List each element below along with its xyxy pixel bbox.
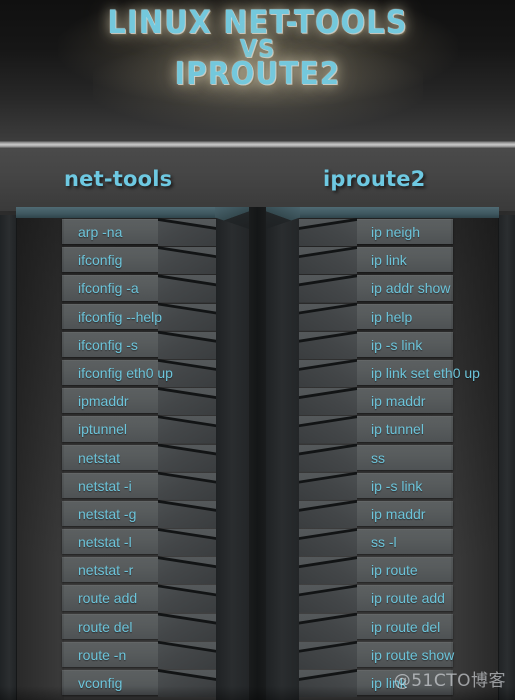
command-row: ip route show (299, 640, 499, 669)
command-row: route add (16, 584, 216, 613)
command-row: ip link (299, 246, 499, 275)
command-row: arp -na (16, 218, 216, 247)
command-label: netstat -g (78, 505, 137, 522)
command-row: ss (299, 443, 499, 472)
ribbon-outer-edge (498, 215, 515, 700)
column-header-net-tools: net-tools (64, 167, 173, 191)
column-iproute2: ip neigh ip link ip addr show ip help ip -s … (266, 207, 515, 700)
command-label: ip -s link (371, 336, 423, 353)
command-row: ip link (299, 669, 499, 698)
command-row: ip help (299, 302, 499, 331)
command-label: ip route del (371, 618, 441, 635)
command-row: netstat -g (16, 499, 216, 529)
command-row: ip addr show (299, 274, 499, 303)
command-row: ip maddr (299, 387, 499, 416)
command-label: netstat (78, 449, 121, 466)
title-line-3: IPROUTE2 (174, 56, 341, 93)
command-row: netstat -i (16, 471, 216, 500)
command-row: ipmaddr (16, 387, 216, 416)
command-row: ifconfig (16, 246, 216, 275)
command-label: ip neigh (371, 224, 421, 240)
command-list-net-tools: arp -na ifconfig ifconfig -a ifconfig --hel… (16, 218, 216, 700)
command-label: ip -s link (371, 477, 423, 494)
command-label: vconfig (78, 675, 123, 691)
command-label: ip route (371, 562, 418, 579)
ribbon-outer-edge (0, 215, 17, 700)
command-label: route -n (78, 646, 127, 663)
command-row: netstat -l (16, 528, 216, 557)
command-label: ip link (371, 675, 407, 691)
command-label: ss (371, 449, 385, 466)
command-label: netstat -l (78, 534, 132, 551)
command-row: ifconfig eth0 up (16, 358, 216, 388)
title-area: LINUX NET-TOOLS VS IPROUTE2 (0, 0, 515, 142)
command-row: route del (16, 612, 216, 641)
command-label: ifconfig -s (78, 336, 138, 353)
command-label: ifconfig eth0 up (78, 364, 173, 381)
command-row: ip maddr (299, 499, 499, 529)
command-row: netstat (16, 443, 216, 472)
column-center-gap (249, 207, 266, 700)
row-bar (355, 444, 453, 470)
command-label: ip help (371, 308, 413, 325)
command-list-iproute2: ip neigh ip link ip addr show ip help ip -s … (299, 218, 499, 700)
poster-root: LINUX NET-TOOLS VS IPROUTE2 net-tools ip… (0, 0, 515, 700)
command-label: ip route add (371, 590, 445, 607)
command-label: ipmaddr (78, 393, 129, 410)
command-row: ifconfig --help (16, 302, 216, 331)
command-label: ip link set eth0 up (371, 364, 480, 381)
command-label: ss -l (371, 534, 397, 551)
command-label: ip route show (371, 646, 455, 663)
command-row: ifconfig -a (16, 274, 216, 303)
row-bar (355, 529, 453, 555)
command-row: ifconfig -s (16, 330, 216, 359)
command-label: route del (78, 618, 133, 635)
poster-title: LINUX NET-TOOLS VS IPROUTE2 (0, 0, 515, 93)
command-row: ip route add (299, 584, 499, 613)
command-label: ifconfig --help (78, 308, 163, 325)
command-label: route add (78, 590, 138, 607)
command-label: arp -na (78, 224, 123, 240)
command-row: ip route del (299, 612, 499, 641)
command-row: ip -s link (299, 471, 499, 500)
ribbon-spine (216, 207, 249, 700)
header-divider (0, 141, 515, 149)
command-label: ip maddr (371, 393, 426, 410)
command-label: ip link (371, 252, 407, 269)
command-row: ip link set eth0 up (299, 358, 499, 388)
command-row: vconfig (16, 669, 216, 698)
command-label: ifconfig -a (78, 280, 139, 297)
command-label: ifconfig (78, 252, 123, 269)
ribbon-spine (266, 207, 299, 700)
command-row: route -n (16, 640, 216, 669)
command-row: ip route (299, 556, 499, 585)
command-label: ip addr show (371, 280, 451, 297)
column-header-iproute2: iproute2 (323, 167, 426, 191)
command-label: iptunnel (78, 421, 128, 438)
ribbon-top-cap (299, 207, 499, 218)
column-header-band: net-tools iproute2 (0, 149, 515, 211)
command-row: ss -l (299, 528, 499, 557)
command-label: ip tunnel (371, 421, 424, 438)
command-row: iptunnel (16, 415, 216, 444)
command-row: netstat -r (16, 556, 216, 585)
ribbon-top-cap (16, 207, 216, 218)
command-row: ip neigh (299, 218, 499, 247)
command-label: netstat -i (78, 477, 132, 494)
command-row: ip -s link (299, 330, 499, 359)
command-label: netstat -r (78, 562, 134, 579)
column-net-tools: arp -na ifconfig ifconfig -a ifconfig --hel… (0, 207, 249, 700)
command-label: ip maddr (371, 505, 426, 522)
command-row: ip tunnel (299, 415, 499, 444)
